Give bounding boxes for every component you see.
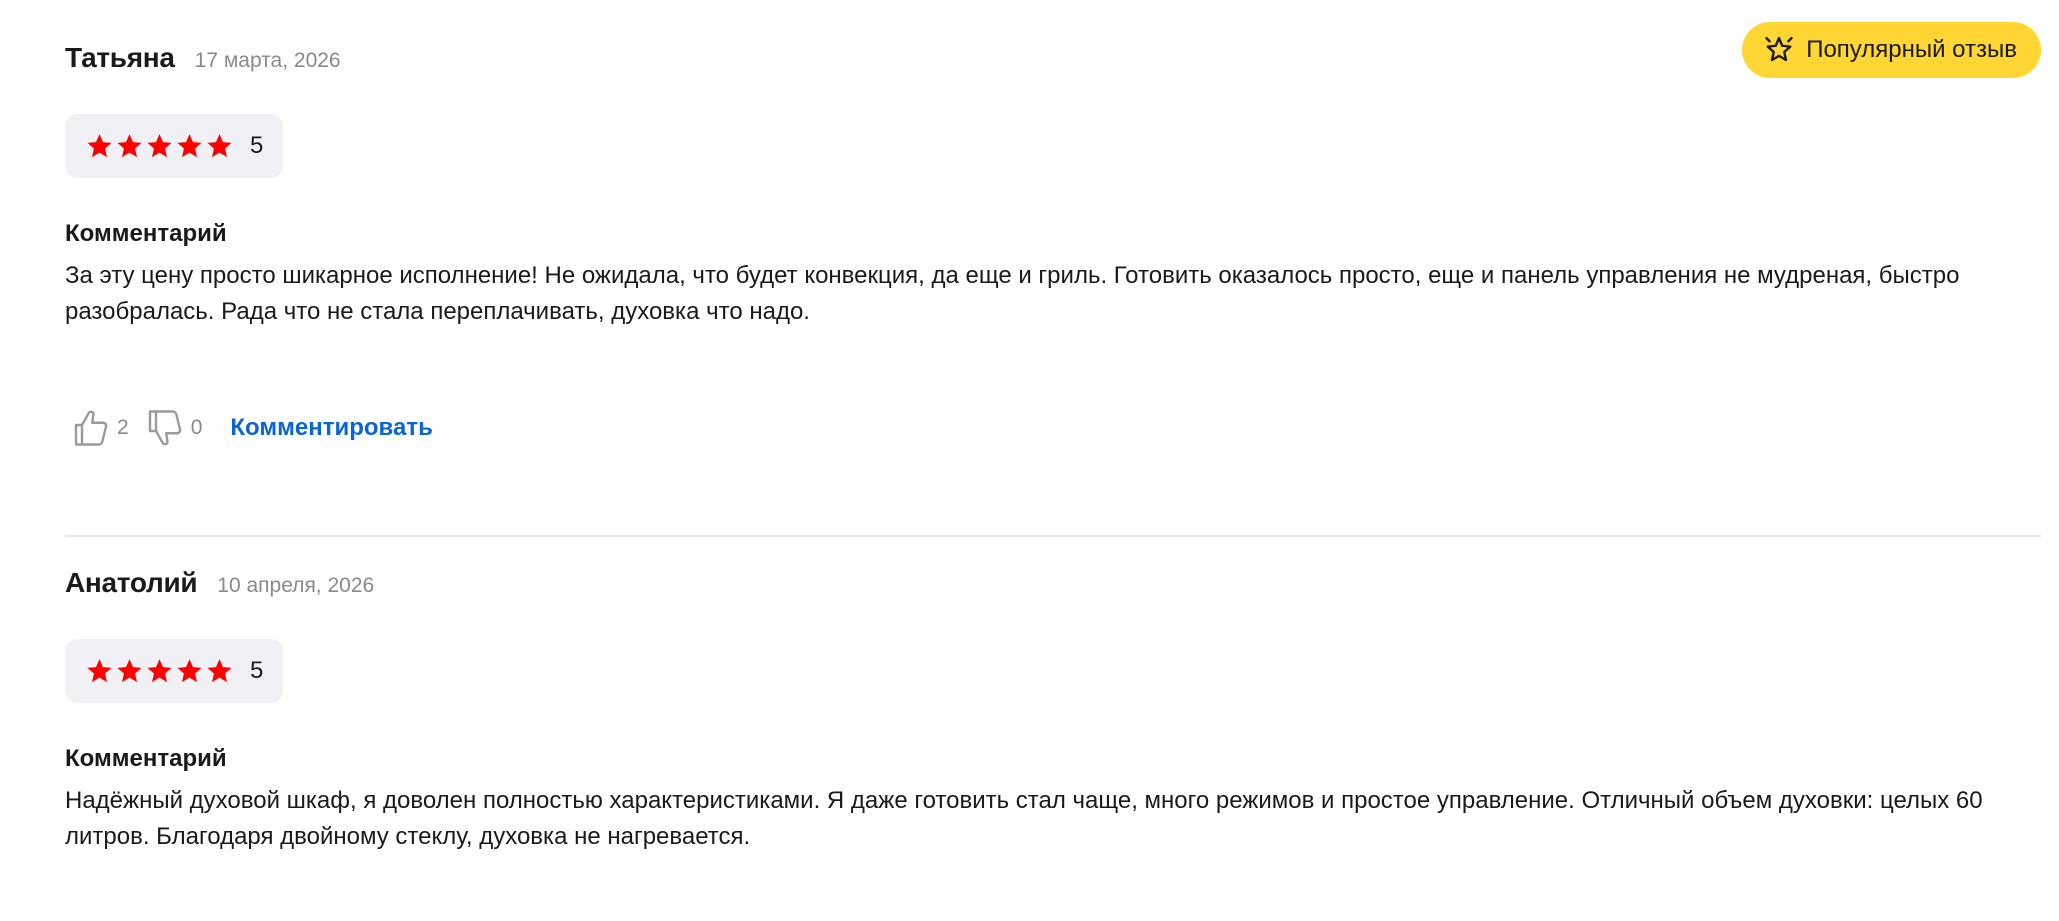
star-icon xyxy=(115,657,144,686)
comment-heading: Комментарий xyxy=(65,220,227,247)
star-icon xyxy=(145,132,174,161)
review-header: Анатолий 10 апреля, 2026 xyxy=(65,567,2041,607)
like-count: 2 xyxy=(117,416,129,439)
reviews-list: Татьяна 17 марта, 2026 Популярный отзыв xyxy=(65,0,2041,855)
review-card: Татьяна 17 марта, 2026 Популярный отзыв xyxy=(65,0,2041,537)
review-date: 10 апреля, 2026 xyxy=(217,574,375,597)
star-rating xyxy=(85,132,234,161)
popular-review-badge: Популярный отзыв xyxy=(1742,22,2041,78)
star-icon xyxy=(115,132,144,161)
thumbs-up-icon xyxy=(73,408,109,448)
sparkle-star-icon xyxy=(1764,35,1794,65)
review-date: 17 марта, 2026 xyxy=(194,49,341,72)
like-button[interactable]: 2 xyxy=(73,408,129,448)
star-icon xyxy=(205,657,234,686)
comment-review-link[interactable]: Комментировать xyxy=(230,414,432,442)
dislike-count: 0 xyxy=(190,416,203,439)
dislike-button[interactable]: 0 xyxy=(147,408,203,448)
review-card: Анатолий 10 апреля, 2026 5 Комментарий Н… xyxy=(65,537,2041,855)
rating-box: 5 xyxy=(65,114,284,178)
comment-text: Надёжный духовой шкаф, я доволен полност… xyxy=(65,787,1983,850)
star-icon xyxy=(85,132,114,161)
comment-heading: Комментарий xyxy=(65,745,227,772)
popular-review-label: Популярный отзыв xyxy=(1806,36,2017,63)
review-author: Татьяна xyxy=(65,42,175,73)
rating-box: 5 xyxy=(65,639,284,703)
review-author: Анатолий xyxy=(65,567,198,598)
star-icon xyxy=(175,657,204,686)
thumbs-down-icon xyxy=(147,408,183,448)
review-actions: 2 0 Комментировать xyxy=(65,404,2041,452)
star-rating xyxy=(85,657,234,686)
rating-value: 5 xyxy=(250,132,264,159)
rating-value: 5 xyxy=(250,657,264,684)
comment-text: За эту цену просто шикарное исполнение! … xyxy=(65,262,1960,325)
star-icon xyxy=(145,657,174,686)
star-icon xyxy=(85,657,114,686)
star-icon xyxy=(175,132,204,161)
star-icon xyxy=(205,132,234,161)
